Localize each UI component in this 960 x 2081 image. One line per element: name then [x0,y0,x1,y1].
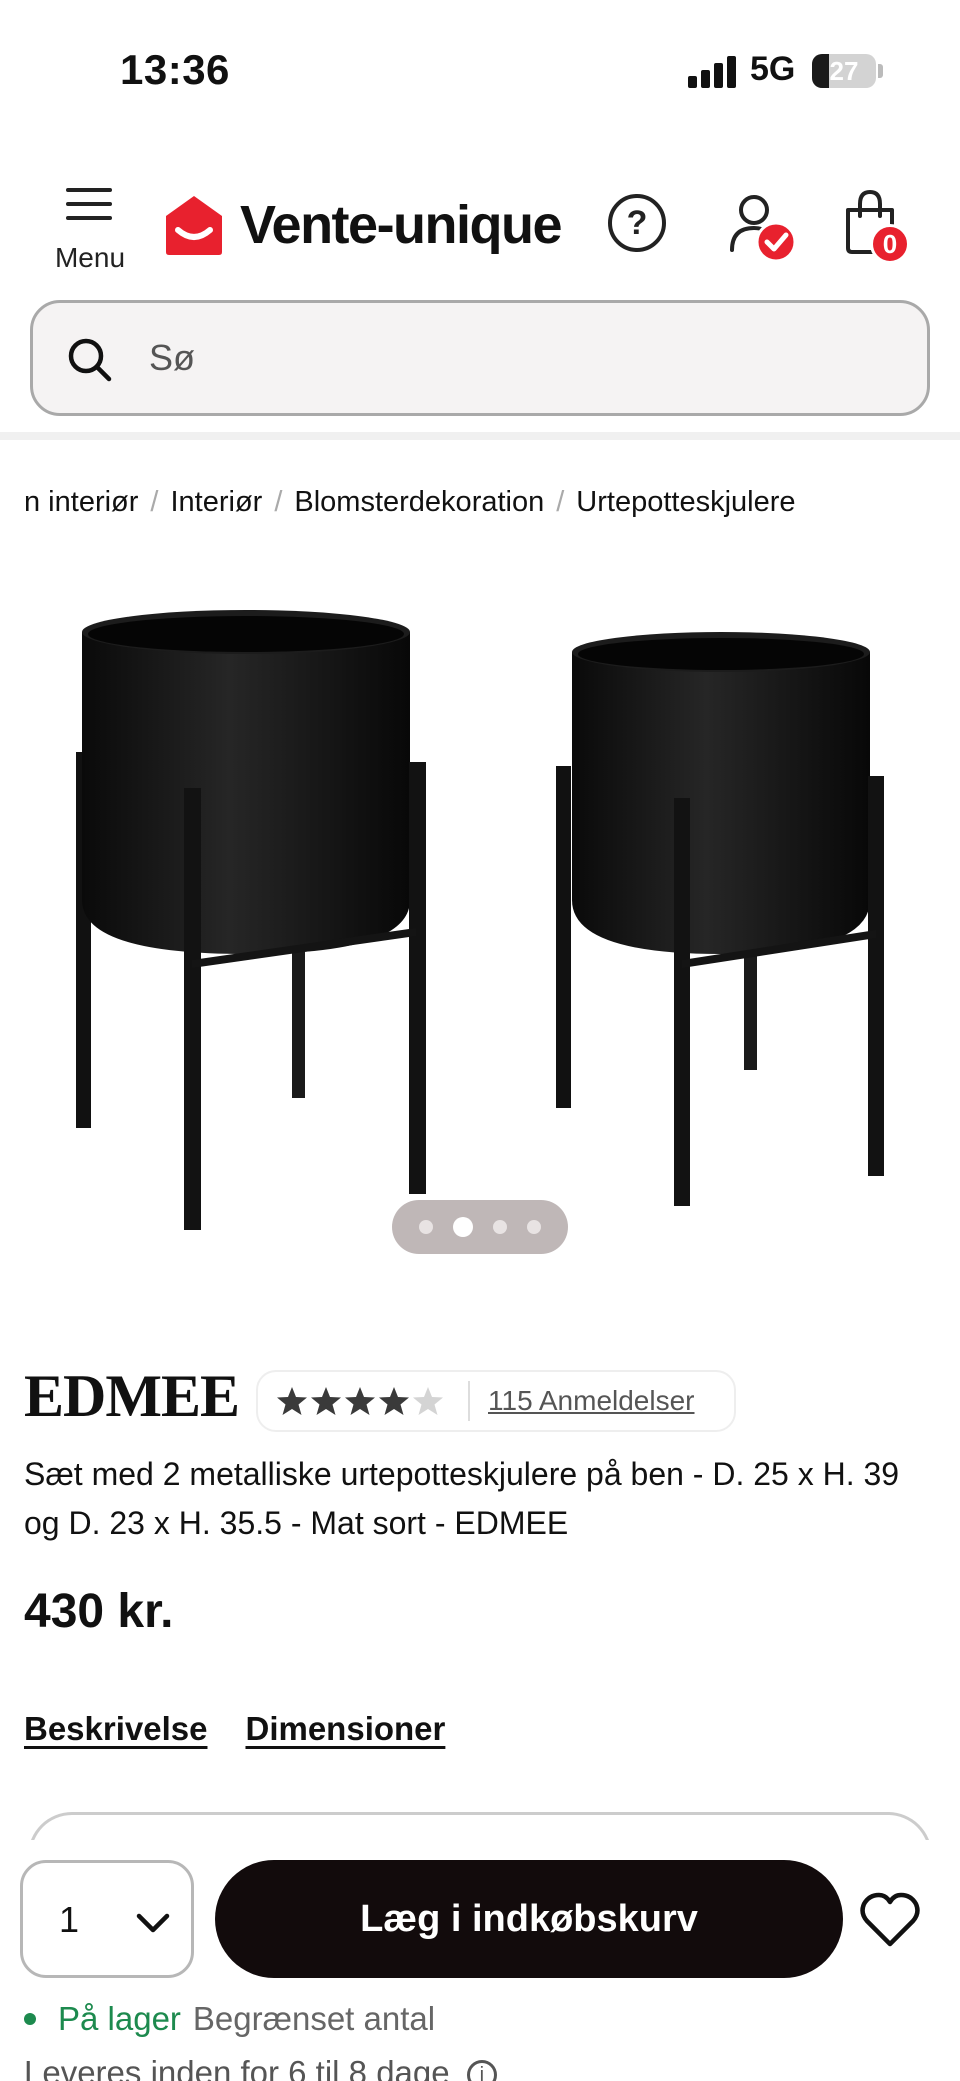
rating-divider [468,1381,470,1421]
network-type: 5G [750,50,796,88]
logo-text: Vente-unique [240,195,563,255]
chevron-down-icon [136,1913,170,1933]
breadcrumb-item[interactable]: Blomsterdekoration [294,486,544,519]
breadcrumb-item[interactable]: Interiør [170,486,262,519]
gallery-dot[interactable] [527,1220,541,1234]
delivery-text: Leveres inden for 6 til 8 dage [24,2054,450,2081]
tab-dimensions[interactable]: Dimensioner [245,1710,445,1748]
header-divider [0,432,960,440]
stock-note: Begrænset antal [192,2000,436,2037]
breadcrumb-separator: / [274,485,283,518]
stock-status: På lager [58,2000,181,2037]
status-bar: 13:36 5G 27 [0,0,960,140]
status-time: 13:36 [120,46,230,93]
reviews-link[interactable]: 115 Anmeldelser [488,1385,695,1417]
gallery-dot[interactable] [493,1220,507,1234]
quantity-value: 1 [59,1899,80,1940]
site-header: Menu Vente-unique ? 0 [0,170,960,280]
search-input[interactable] [149,323,889,393]
account-button[interactable] [724,186,804,266]
search-icon [68,338,112,382]
quantity-select[interactable]: 1 [20,1860,194,1978]
info-icon[interactable]: i [466,2060,497,2081]
question-circle-icon[interactable]: ? [608,194,666,252]
cart-button[interactable]: 0 [838,186,918,266]
stock-status-dot [24,2013,36,2025]
battery-level: 27 [829,56,859,86]
gallery-pagination[interactable] [392,1200,568,1254]
product-tabs: Beskrivelse Dimensioner [24,1710,445,1748]
product-name: EDMEE [24,1363,240,1429]
gallery-dot-active[interactable] [453,1217,473,1237]
star-icons [277,1387,443,1415]
site-logo[interactable]: Vente-unique [164,190,563,260]
cart-count-badge: 0 [870,224,910,264]
battery-icon: 27 [812,54,876,88]
rating-summary[interactable]: 115 Anmeldelser [256,1370,736,1432]
breadcrumb-item[interactable]: Urtepotteskjulere [576,486,795,519]
star-rating [276,1385,446,1417]
hamburger-icon [66,188,112,230]
signal-icon [688,54,736,88]
battery-tip [878,64,883,78]
breadcrumb: n interiør / Interiør / Blomsterdekorati… [24,480,960,524]
product-image-gallery[interactable] [0,570,960,1290]
stock-info: På lager Begrænset antal [24,2000,435,2038]
breadcrumb-separator: / [556,485,565,518]
menu-label: Menu [54,242,126,273]
heart-icon [860,1892,920,1947]
search-bar[interactable] [30,300,930,416]
product-price: 430 kr. [24,1585,174,1638]
add-to-cart-bar: 1 Læg i indkøbskurv [0,1840,960,2000]
menu-button[interactable]: Menu [40,178,140,278]
user-check-icon [730,195,797,263]
breadcrumb-item[interactable]: n interiør [24,486,138,519]
breadcrumb-separator: / [150,485,159,518]
product-image [76,610,884,1230]
house-logo-icon [164,194,224,256]
gallery-dot[interactable] [419,1220,433,1234]
wishlist-button[interactable] [858,1890,922,1950]
delivery-info: Leveres inden for 6 til 8 dage i [24,2054,497,2081]
add-to-cart-button[interactable]: Læg i indkøbskurv [215,1860,843,1978]
product-description: Sæt med 2 metalliske urtepotteskjulere p… [24,1456,900,1541]
tab-description[interactable]: Beskrivelse [24,1710,207,1748]
